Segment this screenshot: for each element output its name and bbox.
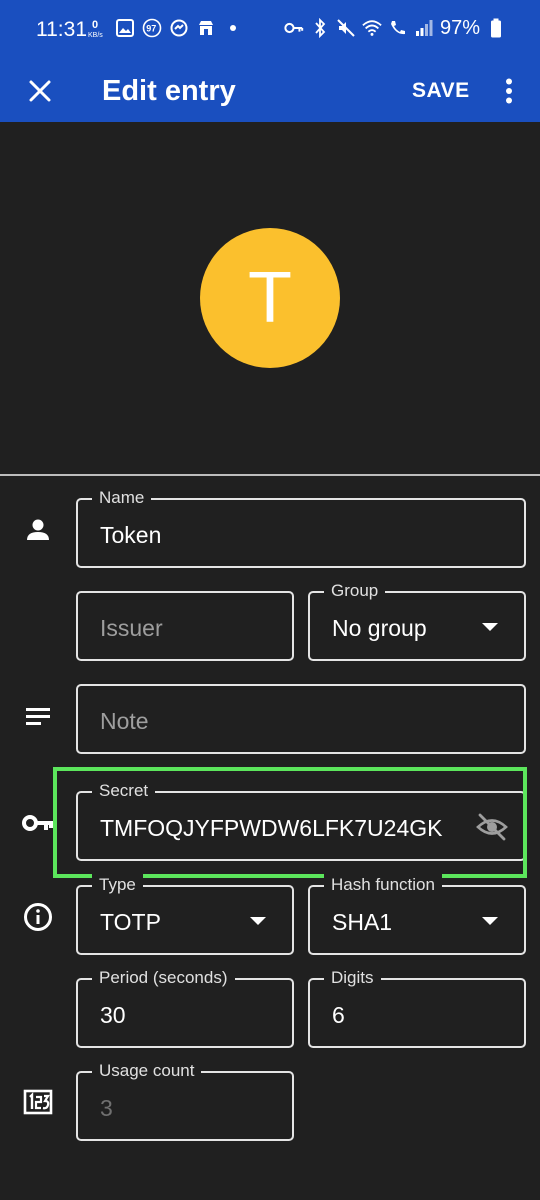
hash-function-label: Hash function (324, 874, 442, 896)
svg-text:97: 97 (146, 24, 156, 34)
status-time: 11:31 (36, 18, 87, 41)
period-value: 30 (100, 1002, 126, 1028)
usage-count-label: Usage count (92, 1060, 202, 1082)
wifi-call-icon (388, 16, 408, 40)
badge-97-icon: 97 (142, 16, 162, 40)
issuer-placeholder: Issuer (100, 615, 163, 641)
dropdown-arrow-icon (250, 917, 266, 925)
usage-count-field: Usage count 3 (76, 1060, 294, 1141)
group-label: Group (324, 580, 386, 602)
period-label: Period (seconds) (92, 967, 235, 989)
battery-icon (486, 16, 506, 40)
entry-icon-avatar[interactable]: T (200, 228, 340, 368)
usage-count-value: 3 (100, 1095, 113, 1121)
group-dropdown[interactable]: Group No group (308, 580, 526, 661)
notes-icon (18, 696, 58, 736)
notification-dot-icon (223, 16, 243, 40)
name-value: Token (100, 522, 162, 548)
type-dropdown[interactable]: Type TOTP (76, 874, 294, 955)
sync-icon (169, 16, 189, 40)
group-value: No group (332, 615, 427, 641)
data-speed-icon: 0 KB/s (88, 16, 108, 40)
divider (0, 474, 540, 476)
digits-label: Digits (324, 967, 381, 989)
more-vert-icon (506, 78, 512, 104)
signal-icon (414, 16, 434, 40)
name-field[interactable]: Name Token (76, 487, 526, 568)
bluetooth-icon (310, 16, 330, 40)
status-right-icons: 97% (284, 16, 506, 40)
hash-function-value: SHA1 (332, 909, 393, 935)
save-button[interactable]: SAVE (404, 68, 478, 114)
battery-percent: 97% (439, 16, 480, 39)
dropdown-arrow-icon (482, 917, 498, 925)
icon-header: T (0, 122, 540, 474)
svg-text:KB/s: KB/s (88, 32, 103, 39)
overflow-menu-button[interactable] (492, 68, 526, 114)
note-field[interactable]: Note (76, 684, 526, 754)
info-icon (18, 897, 58, 937)
note-placeholder: Note (100, 708, 149, 734)
name-label: Name (92, 487, 152, 509)
key-icon (18, 803, 58, 843)
period-field[interactable]: Period (seconds) 30 (76, 967, 294, 1048)
store-icon (196, 16, 216, 40)
page-title: Edit entry (102, 75, 236, 107)
person-icon (18, 510, 58, 550)
wifi-icon (362, 16, 382, 40)
secret-highlight-box (53, 767, 527, 878)
type-value: TOTP (100, 909, 161, 935)
status-bar: 11:31 0 KB/s 97 97% (0, 0, 540, 60)
app-bar: Edit entry SAVE (0, 60, 540, 122)
digits-value: 6 (332, 1002, 345, 1028)
hash-function-dropdown[interactable]: Hash function SHA1 (308, 874, 526, 955)
avatar-letter: T (248, 258, 292, 338)
close-icon (29, 80, 51, 102)
gallery-icon (115, 16, 135, 40)
status-left-icons: 0 KB/s 97 (88, 16, 243, 40)
counter-icon (18, 1082, 58, 1122)
svg-text:0: 0 (92, 19, 98, 31)
dropdown-arrow-icon (482, 623, 498, 631)
mute-icon (336, 16, 356, 40)
type-label: Type (92, 874, 143, 896)
issuer-field[interactable]: Issuer (76, 591, 294, 661)
vpn-key-icon (284, 16, 304, 40)
digits-field[interactable]: Digits 6 (308, 967, 526, 1048)
close-button[interactable] (20, 68, 60, 114)
